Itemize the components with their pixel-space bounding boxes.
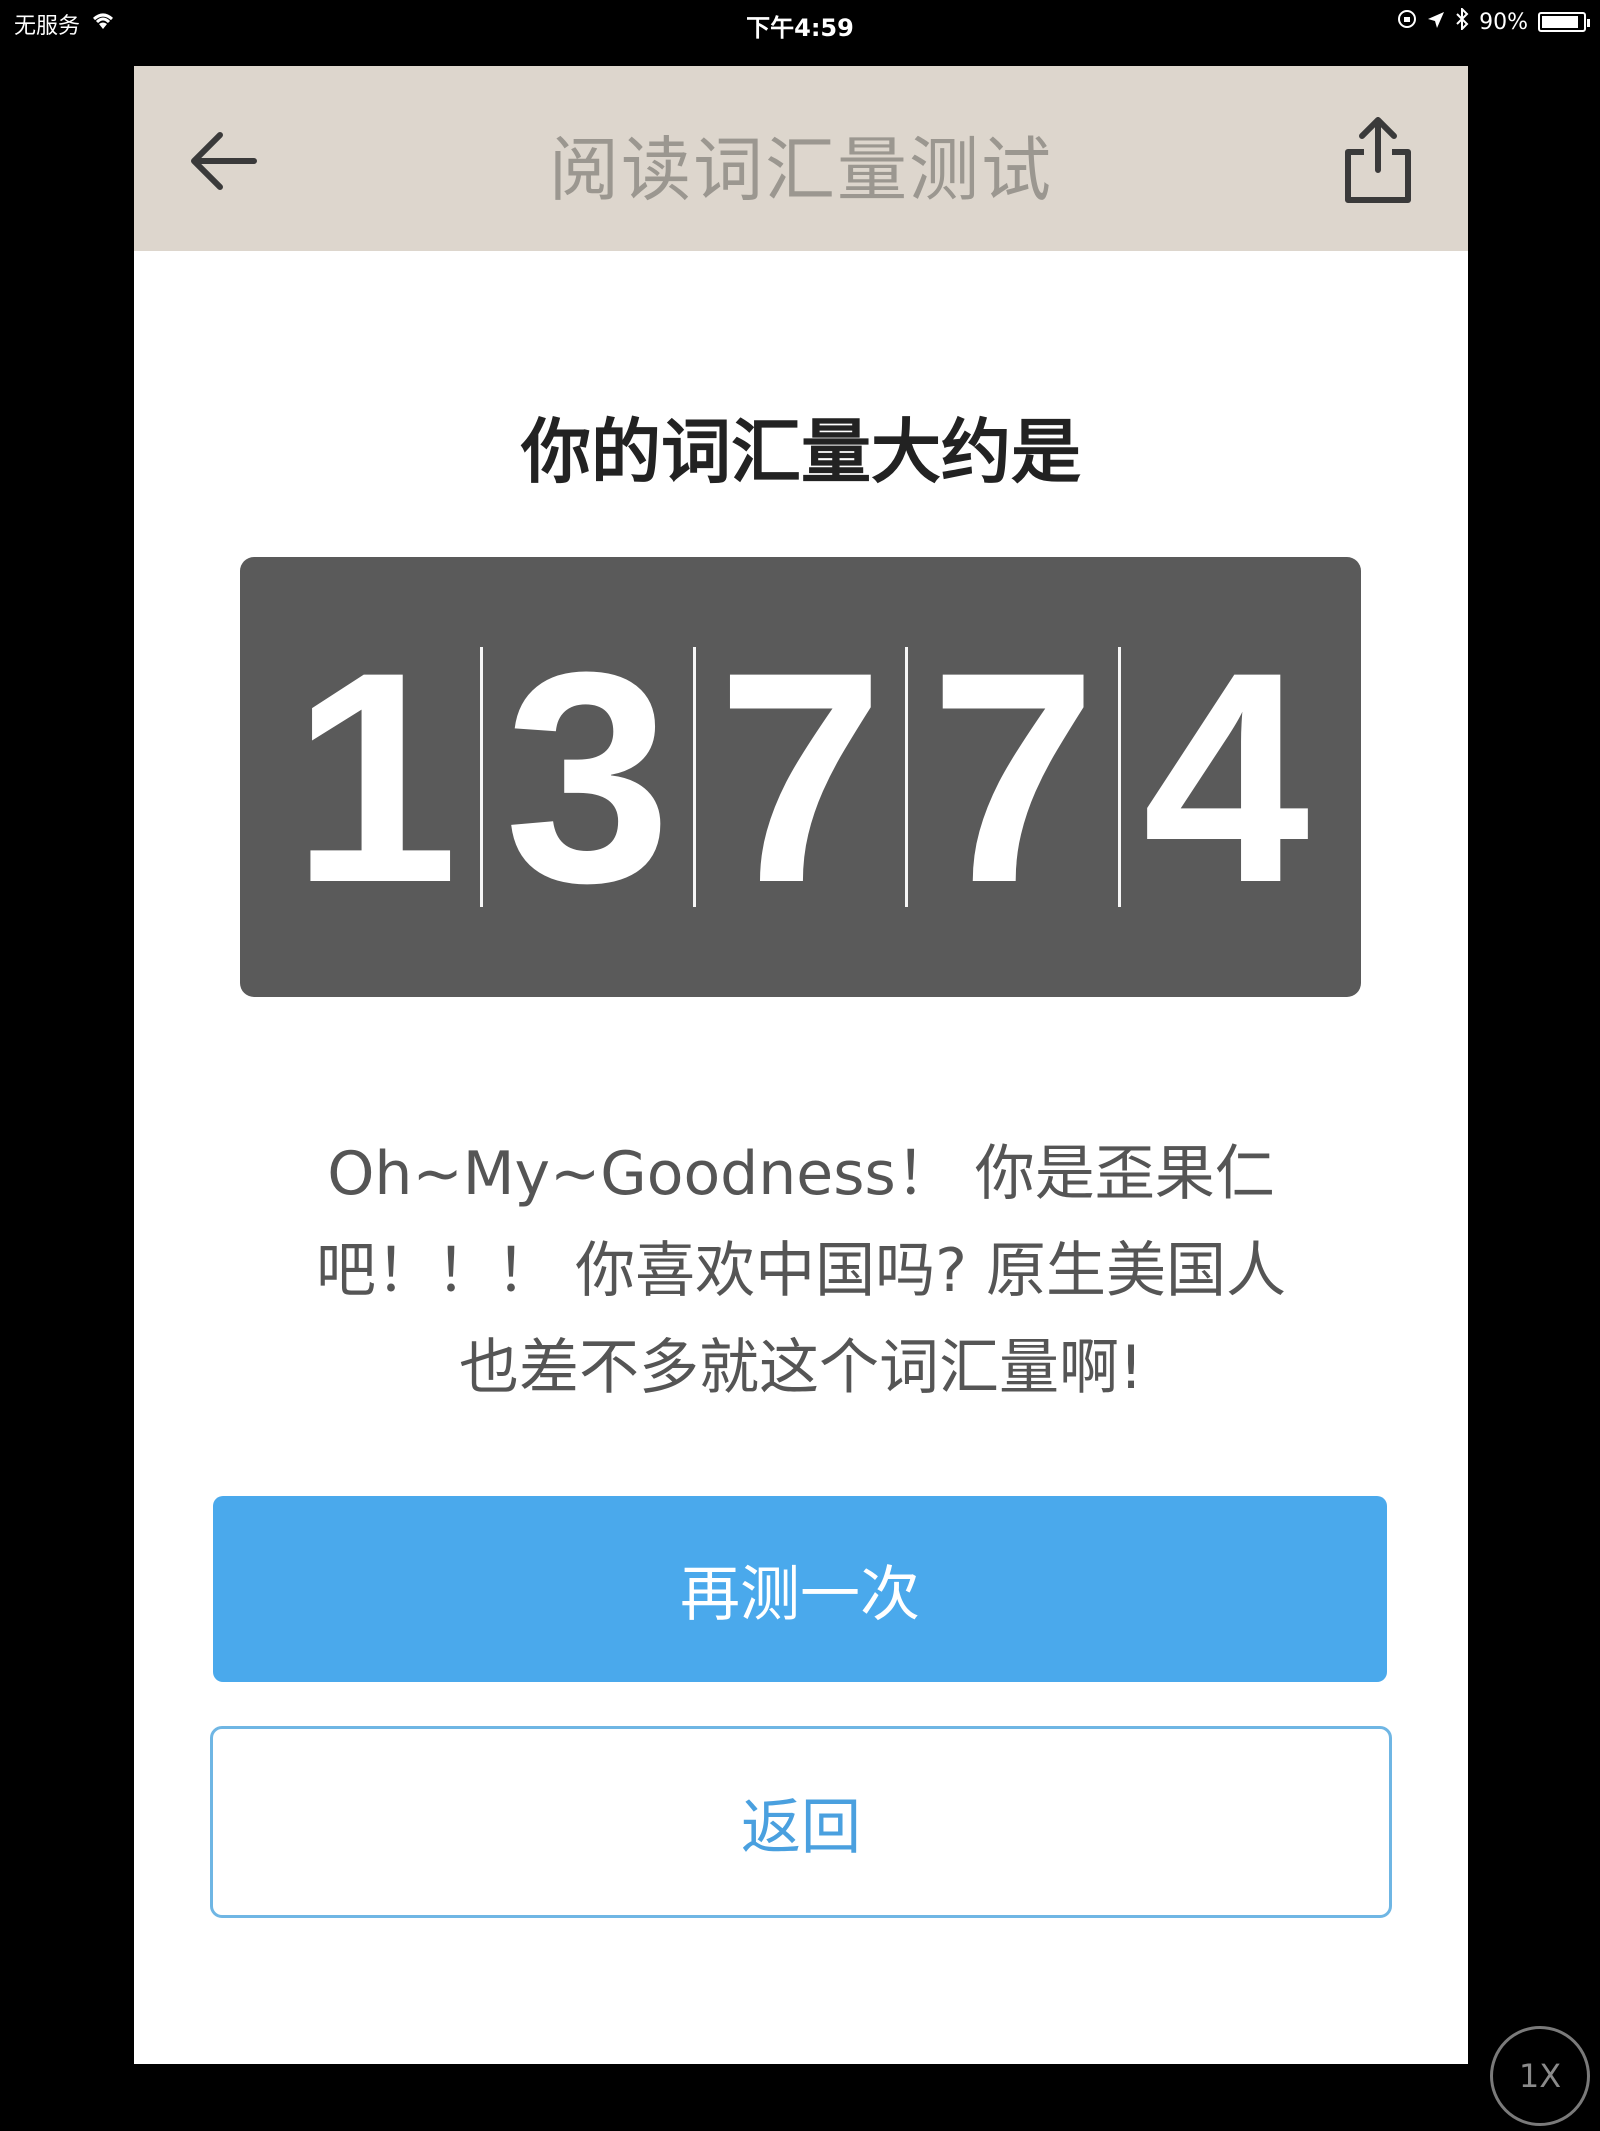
page-title: 阅读词汇量测试 [549, 129, 1053, 211]
vocabulary-counter: 1 3 7 7 4 [240, 557, 1361, 997]
status-time: 下午4:59 [746, 14, 854, 42]
status-right: 90% [1397, 6, 1590, 36]
counter-digit-3: 7 [717, 609, 884, 945]
status-bar: 无服务 下午4:59 90% [0, 0, 1600, 48]
result-message: Oh~My~Goodness！ 你是歪果仁 吧！！！ 你喜欢中国吗? 原生美国人… [234, 1126, 1368, 1417]
message-line-1: Oh~My~Goodness！ 你是歪果仁 [327, 1139, 1275, 1209]
battery-fill [1542, 16, 1578, 28]
navbar: 阅读词汇量测试 [134, 66, 1468, 251]
counter-digit-5: 4 [1142, 609, 1310, 945]
app-panel: 阅读词汇量测试 你的词汇量大约是 1 3 7 7 4 Oh~My~Goodnes… [134, 66, 1468, 2064]
message-line-2: 吧！！！ 你喜欢中国吗? 原生美国人 [316, 1236, 1286, 1306]
counter-digit-4: 7 [929, 609, 1097, 945]
digit-separator [905, 647, 909, 907]
rotation-lock-icon [1397, 9, 1417, 35]
digit-separator [692, 647, 696, 907]
counter-digit-2: 3 [504, 609, 672, 945]
retry-button[interactable]: 再测一次 [213, 1496, 1387, 1682]
battery-percent: 90% [1479, 9, 1528, 35]
playback-speed-button[interactable]: 1X [1490, 2026, 1590, 2126]
battery-icon [1538, 12, 1590, 32]
digit-separator [1118, 647, 1122, 907]
digit-separator [479, 647, 483, 907]
return-button[interactable]: 返回 [210, 1726, 1392, 1918]
bluetooth-icon [1455, 6, 1469, 36]
location-icon [1427, 10, 1445, 35]
counter-digit-1: 1 [291, 609, 459, 945]
message-line-3: 也差不多就这个词汇量啊! [458, 1333, 1144, 1403]
share-icon[interactable] [1338, 114, 1418, 206]
result-heading: 你的词汇量大约是 [521, 411, 1081, 493]
